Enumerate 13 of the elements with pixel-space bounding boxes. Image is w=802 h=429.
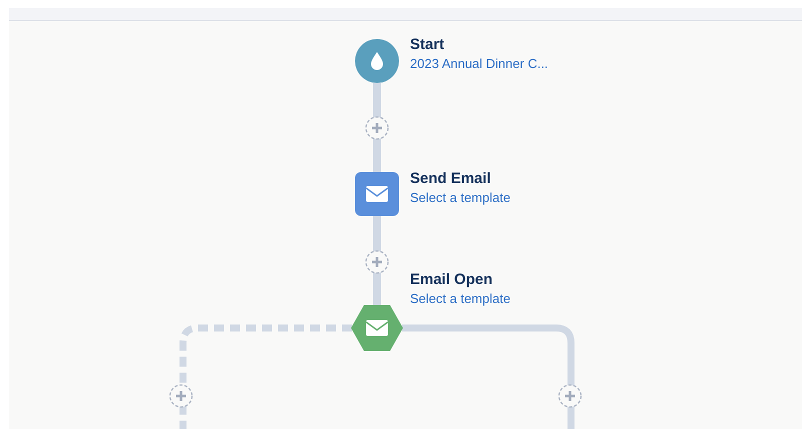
node-link[interactable]: Select a template <box>410 291 510 306</box>
add-step-icon[interactable] <box>365 116 389 140</box>
start-node-icon[interactable] <box>355 39 399 83</box>
add-step-icon[interactable] <box>169 384 193 408</box>
email-decision-icon[interactable] <box>351 305 403 351</box>
node-title: Email Open <box>410 271 494 288</box>
email-node-icon[interactable] <box>355 172 399 216</box>
node-link[interactable]: 2023 Annual Dinner C... <box>410 56 548 71</box>
node-title: Send Email <box>410 170 492 187</box>
node-title: Start <box>410 36 446 53</box>
node-link[interactable]: Select a template <box>410 190 510 205</box>
add-step-icon[interactable] <box>365 250 389 274</box>
add-step-icon[interactable] <box>558 384 582 408</box>
